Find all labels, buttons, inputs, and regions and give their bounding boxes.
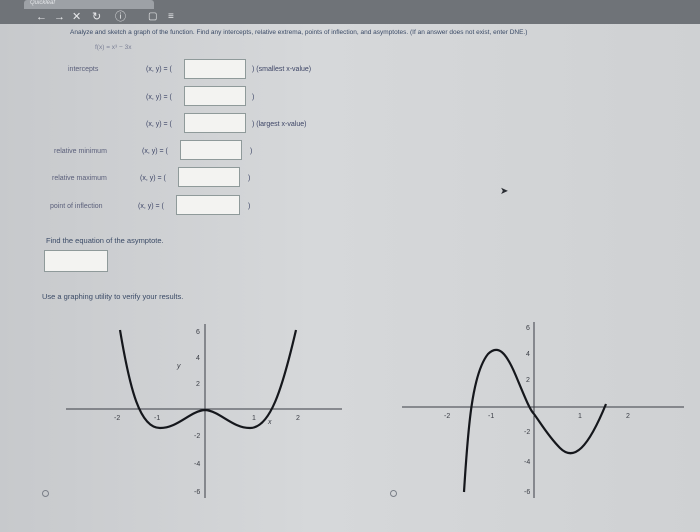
graph-curve — [462, 348, 608, 493]
forward-arrow-icon[interactable]: → — [54, 11, 65, 23]
verify-instruction: Use a graphing utility to verify your re… — [42, 292, 184, 301]
row-suffix: ) — [248, 203, 251, 210]
row-prefix: (x, y) = ( — [146, 121, 172, 128]
row-suffix: ) — [252, 94, 255, 101]
page-icon[interactable]: ▢ — [148, 11, 157, 23]
x-axis-label: x — [267, 419, 272, 426]
y-tick-label: 6 — [196, 329, 200, 336]
mouse-cursor-icon: ➤ — [500, 186, 509, 197]
graph-option-1[interactable]: -2 -1 1 2 6 4 2 -2 -4 -6 y x — [60, 320, 350, 500]
x-tick-label: -1 — [154, 415, 160, 422]
graph-option-1-radio[interactable] — [42, 490, 49, 497]
y-tick-label: -6 — [194, 489, 200, 496]
row-label-intercepts: intercepts — [68, 66, 99, 73]
y-tick-label: -2 — [524, 429, 530, 436]
row-prefix: (x, y) = ( — [146, 94, 172, 101]
graph-option-2-radio[interactable] — [390, 490, 397, 497]
x-tick-label: -2 — [444, 413, 450, 420]
row-prefix: (x, y) = ( — [146, 66, 172, 73]
relative-minimum-input[interactable] — [180, 140, 242, 160]
x-tick-label: 1 — [252, 415, 256, 422]
intercept-2-input[interactable] — [184, 86, 246, 106]
row-suffix: ) — [250, 148, 253, 155]
row-prefix: (x, y) = ( — [138, 203, 164, 210]
close-icon[interactable]: ✕ — [72, 11, 81, 23]
x-tick-label: 2 — [296, 415, 300, 422]
row-suffix: ) (smallest x-value) — [252, 66, 312, 73]
x-tick-label: 1 — [578, 413, 582, 420]
row-suffix: ) — [248, 175, 251, 182]
row-suffix: ) (largest x-value) — [252, 121, 307, 128]
y-tick-label: 4 — [526, 351, 530, 358]
asymptote-input[interactable] — [44, 250, 108, 272]
tab-title: Quickleaf — [30, 0, 56, 6]
intercept-1-input[interactable] — [184, 59, 246, 79]
y-tick-label: -2 — [194, 433, 200, 440]
graph-curve — [118, 329, 298, 430]
y-tick-label: -6 — [524, 489, 530, 496]
y-axis-label: y — [176, 363, 181, 370]
relative-maximum-input[interactable] — [178, 167, 240, 187]
y-tick-label: 2 — [526, 377, 530, 384]
intercept-3-input[interactable] — [184, 113, 246, 133]
row-prefix: (x, y) = ( — [142, 148, 168, 155]
asymptote-prompt: Find the equation of the asymptote. — [46, 236, 164, 245]
back-arrow-icon[interactable]: ← — [36, 11, 47, 23]
y-tick-label: -4 — [524, 459, 530, 466]
y-tick-label: -4 — [194, 461, 200, 468]
menu-icon[interactable]: ≡ — [168, 11, 174, 23]
x-tick-label: -2 — [114, 415, 120, 422]
info-icon[interactable]: ⓘ — [115, 11, 126, 23]
reload-icon[interactable]: ↻ — [92, 11, 101, 23]
y-tick-label: 2 — [196, 381, 200, 388]
row-label-point-of-inflection: point of inflection — [50, 203, 103, 210]
x-tick-label: 2 — [626, 413, 630, 420]
y-tick-label: 6 — [526, 325, 530, 332]
row-label-relative-minimum: relative minimum — [54, 148, 107, 155]
row-prefix: (x, y) = ( — [140, 175, 166, 182]
function-definition: f(x) = x³ − 3x — [95, 44, 132, 51]
question-instruction: Analyze and sketch a graph of the functi… — [70, 29, 528, 36]
x-tick-label: -1 — [488, 413, 494, 420]
y-tick-label: 4 — [196, 355, 200, 362]
graph-option-2[interactable]: -2 -1 1 2 6 4 2 -2 -4 -6 — [398, 318, 688, 500]
point-of-inflection-input[interactable] — [176, 195, 240, 215]
row-label-relative-maximum: relative maximum — [52, 175, 107, 182]
